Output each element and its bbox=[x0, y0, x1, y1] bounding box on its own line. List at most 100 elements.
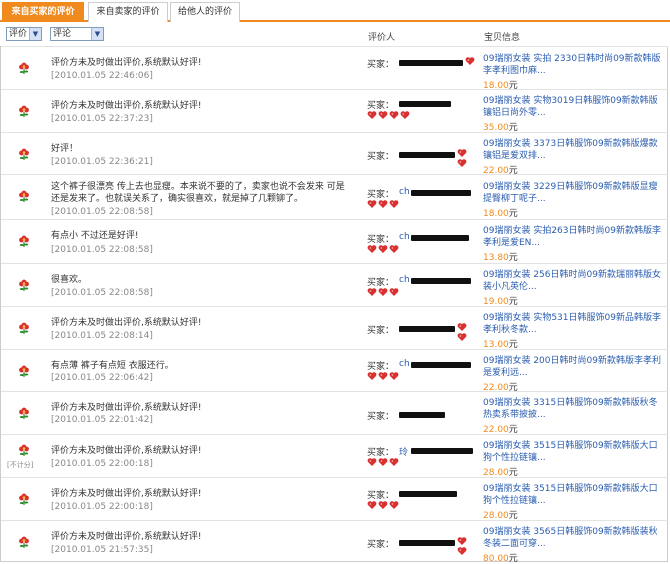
item-title-link[interactable]: 09瑞丽女装 3373日韩服饰09新款韩版爆款镶铝是爱双排... bbox=[483, 138, 663, 162]
reviewer-name-redacted bbox=[399, 491, 457, 497]
item-price: 80.00元 bbox=[483, 551, 518, 564]
heart-icon bbox=[367, 500, 377, 510]
comment-filter-value: 评论 bbox=[53, 29, 72, 39]
heart-icon bbox=[457, 158, 467, 168]
reviewer-name-redacted bbox=[399, 412, 445, 418]
table-row: 评价方未及时做出评价,系统默认好评! [2010.01.05 22:46:06] 买… bbox=[1, 46, 668, 91]
reviewer-name-redacted bbox=[411, 235, 469, 241]
reviewer-name-link[interactable]: 玲 bbox=[399, 445, 408, 458]
item-title-link[interactable]: 09瑞丽女装 3565日韩服饰09新款韩版装秋冬装二面可穿... bbox=[483, 526, 663, 550]
heart-icon bbox=[389, 371, 399, 381]
buyer-credit-hearts[interactable] bbox=[465, 56, 476, 66]
review-date: [2010.01.05 22:36:21] bbox=[51, 157, 153, 167]
reviewer-name-redacted bbox=[399, 60, 463, 66]
item-title-link[interactable]: 09瑞丽女装 256日韩时尚09新款瑞丽韩版女装小凡英伦... bbox=[483, 269, 663, 293]
column-header-reviewer: 评价人 bbox=[368, 33, 396, 43]
buyer-credit-hearts[interactable] bbox=[367, 199, 400, 209]
heart-icon bbox=[378, 287, 388, 297]
reviewer-name-redacted bbox=[399, 152, 455, 158]
tab-from-sellers[interactable]: 来自卖家的评价 bbox=[88, 2, 168, 22]
review-date: [2010.01.05 22:46:06] bbox=[51, 71, 153, 81]
table-header: 评价 ▼ 评论 ▼ 评价人 宝贝信息 bbox=[0, 24, 670, 46]
reviewer-cell: 买家： ch bbox=[367, 275, 477, 305]
buyer-label: 买家： bbox=[367, 540, 395, 550]
good-rating-flower-icon bbox=[17, 443, 31, 457]
review-comment: 评价方未及时做出评价,系统默认好评! bbox=[51, 489, 202, 499]
buyer-credit-hearts[interactable] bbox=[367, 371, 400, 381]
reviewer-name-link[interactable]: ch bbox=[399, 359, 410, 369]
reviewer-name-link[interactable]: ch bbox=[399, 275, 410, 285]
item-title-link[interactable]: 09瑞丽女装 3515日韩服饰09新款韩版大口狗个性拉链镶... bbox=[483, 483, 663, 507]
price-amount: 80.00 bbox=[483, 554, 509, 564]
table-row: 这个裤子很漂亮 传上去也显瘦。本来说不要的了，卖家也说不会发来 可是还是发来了。… bbox=[1, 174, 668, 219]
heart-icon bbox=[367, 287, 377, 297]
table-row: 很喜欢。 [2010.01.05 22:08:58] 买家： ch 09瑞丽女装 256… bbox=[1, 263, 668, 307]
buyer-credit-hearts[interactable] bbox=[367, 244, 400, 254]
reviewer-name-redacted bbox=[411, 448, 473, 454]
table-row: 评价方未及时做出评价,系统默认好评! [2010.01.05 22:37:23] 买… bbox=[1, 89, 668, 133]
rating-filter-select[interactable]: 评价 ▼ bbox=[6, 27, 42, 41]
heart-icon bbox=[378, 500, 388, 510]
chevron-down-icon[interactable]: ▼ bbox=[91, 28, 103, 40]
price-unit: 元 bbox=[508, 209, 518, 219]
buyer-credit-hearts[interactable] bbox=[367, 457, 400, 467]
price-amount: 18.00 bbox=[483, 209, 509, 219]
chevron-down-icon[interactable]: ▼ bbox=[29, 28, 41, 40]
review-comment: 很喜欢。 bbox=[51, 275, 88, 285]
reviewer-cell: 买家： bbox=[367, 57, 477, 87]
table-row: 好评！ [2010.01.05 22:36:21] 买家： 09瑞丽女装 3373日韩… bbox=[1, 132, 668, 176]
not-counted-label: [不计分] bbox=[7, 461, 34, 469]
price-amount: 13.80 bbox=[483, 253, 509, 263]
heart-icon bbox=[457, 322, 467, 332]
buyer-credit-hearts[interactable] bbox=[367, 110, 411, 120]
review-comment: 评价方未及时做出评价,系统默认好评! bbox=[51, 101, 202, 111]
item-title-link[interactable]: 09瑞丽女装 实物531日韩服饰09新品韩版李孝利秋冬款... bbox=[483, 312, 663, 336]
reviewer-cell: 买家：玲 bbox=[367, 445, 477, 475]
table-row: [不计分] 评价方未及时做出评价,系统默认好评! [2010.01.05 22:00… bbox=[1, 434, 668, 478]
table-row: 评价方未及时做出评价,系统默认好评! [2010.01.05 22:00:18] 买… bbox=[1, 477, 668, 521]
reviewer-name-redacted bbox=[399, 540, 455, 546]
item-title-link[interactable]: 09瑞丽女装 3229日韩服饰09新款韩版显瘦提臀柳丁呢子... bbox=[483, 181, 663, 205]
heart-icon bbox=[389, 110, 399, 120]
reviewer-name-link[interactable]: ch bbox=[399, 232, 410, 242]
table-row: 评价方未及时做出评价,系统默认好评! [2010.01.05 22:08:14] 买… bbox=[1, 306, 668, 350]
reviewer-cell: 买家： ch bbox=[367, 187, 477, 217]
heart-icon bbox=[367, 110, 377, 120]
heart-icon bbox=[457, 546, 467, 556]
reviewer-cell: 买家： ch bbox=[367, 359, 477, 389]
buyer-credit-hearts[interactable] bbox=[367, 500, 400, 510]
reviewer-name-redacted bbox=[399, 326, 455, 332]
good-rating-flower-icon bbox=[17, 189, 31, 203]
item-title-link[interactable]: 09瑞丽女装 200日韩时尚09新款韩版李孝利是爱利远... bbox=[483, 355, 663, 379]
table-row: 有点薄 裤子有点短 衣服还行。 [2010.01.05 22:06:42] 买家： c… bbox=[1, 349, 668, 393]
heart-icon bbox=[400, 110, 410, 120]
good-rating-flower-icon bbox=[17, 535, 31, 549]
reviewer-cell: 买家： bbox=[367, 488, 477, 518]
tab-from-buyers[interactable]: 来自买家的评价 bbox=[2, 2, 84, 22]
review-comment: 有点小 不过还是好评! bbox=[51, 231, 139, 241]
heart-icon bbox=[378, 244, 388, 254]
item-title-link[interactable]: 09瑞丽女装 实物3019日韩服饰09新款韩版镶铝日尚外零... bbox=[483, 95, 663, 119]
heart-icon bbox=[457, 148, 467, 158]
heart-icon bbox=[457, 332, 467, 342]
buyer-credit-hearts[interactable] bbox=[457, 148, 477, 167]
tab-given-to-others[interactable]: 给他人的评价 bbox=[170, 2, 240, 22]
review-date: [2010.01.05 22:00:18] bbox=[51, 459, 153, 469]
heart-icon bbox=[378, 457, 388, 467]
review-date: [2010.01.05 21:57:35] bbox=[51, 545, 153, 555]
buyer-credit-hearts[interactable] bbox=[457, 322, 477, 341]
reviewer-name-link[interactable]: ch bbox=[399, 187, 410, 197]
buyer-credit-hearts[interactable] bbox=[457, 536, 477, 555]
review-comment: 评价方未及时做出评价,系统默认好评! bbox=[51, 403, 202, 413]
buyer-credit-hearts[interactable] bbox=[367, 287, 400, 297]
reviewer-name-redacted bbox=[411, 190, 471, 196]
item-title-link[interactable]: 09瑞丽女装 实拍263日韩时尚09新款韩版李孝利是爱EN... bbox=[483, 225, 663, 249]
item-title-link[interactable]: 09瑞丽女装 实拍 2330日韩时尚09新款韩版李孝利图巾麻... bbox=[483, 53, 663, 77]
good-rating-flower-icon bbox=[17, 364, 31, 378]
item-title-link[interactable]: 09瑞丽女装 3315日韩服饰09新款韩版秋冬热卖系带披披... bbox=[483, 397, 663, 421]
heart-icon bbox=[367, 457, 377, 467]
item-title-link[interactable]: 09瑞丽女装 3515日韩服饰09新款韩版大口狗个性拉链镶... bbox=[483, 440, 663, 464]
good-rating-flower-icon bbox=[17, 147, 31, 161]
review-comment: 有点薄 裤子有点短 衣服还行。 bbox=[51, 361, 174, 371]
comment-filter-select[interactable]: 评论 ▼ bbox=[50, 27, 104, 41]
